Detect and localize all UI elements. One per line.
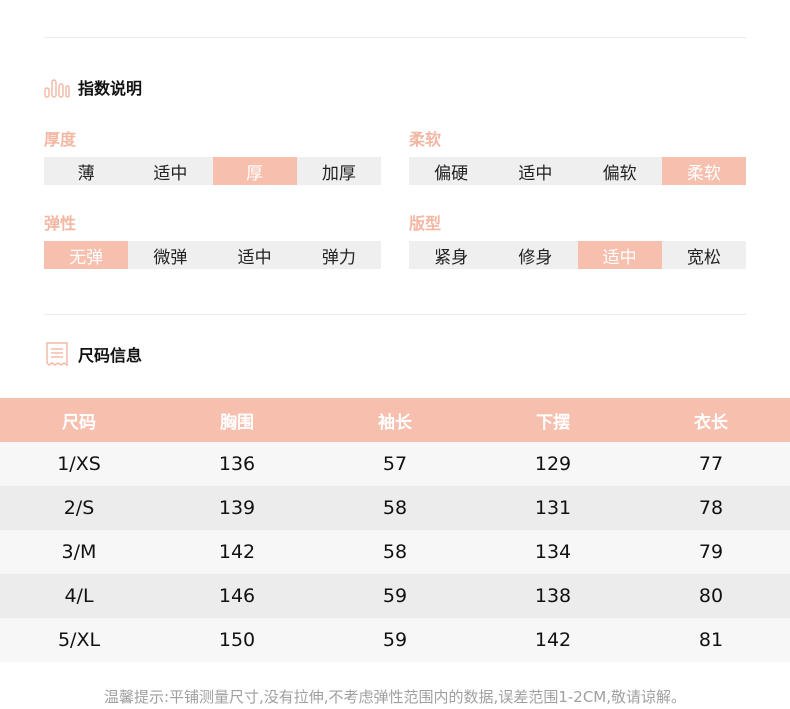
index-option-row: 无弹 微弹 适中 弹力 [44, 241, 381, 269]
index-section-header: 指数说明 [44, 74, 142, 100]
size-section-title: 尺码信息 [78, 346, 143, 365]
header-cell: 胸围 [220, 412, 254, 433]
table-cell: 58 [382, 541, 408, 563]
table-cell: 150 [218, 629, 256, 651]
index-option: 偏硬 [409, 157, 494, 185]
table-row: 5/XL 150 59 142 81 [0, 618, 790, 662]
table-cell: 81 [698, 629, 724, 651]
table-cell: 59 [382, 585, 408, 607]
index-group-label: 版型 [409, 214, 442, 233]
index-option: 适中 [212, 241, 297, 269]
index-option-selected: 无弹 [44, 241, 129, 269]
table-cell: 138 [534, 585, 572, 607]
table-cell: 139 [218, 497, 256, 519]
table-cell: 80 [698, 585, 724, 607]
index-option: 紧身 [409, 241, 494, 269]
header-cell: 衣长 [694, 412, 728, 433]
size-section-header: 尺码信息 [44, 341, 142, 367]
index-group-label: 厚度 [44, 130, 77, 149]
index-option: 弹力 [296, 241, 381, 269]
table-row: 2/S 139 58 131 78 [0, 486, 790, 530]
table-cell: 2/S [63, 497, 95, 519]
header-cell: 袖长 [378, 412, 412, 433]
index-option: 薄 [44, 157, 129, 185]
table-cell: 57 [382, 453, 408, 475]
table-cell: 136 [218, 453, 256, 475]
index-option-selected: 厚 [212, 157, 297, 185]
index-option: 适中 [128, 157, 213, 185]
table-cell: 129 [534, 453, 572, 475]
table-cell: 131 [534, 497, 572, 519]
table-cell: 142 [218, 541, 256, 563]
index-option-row: 紧身 修身 适中 宽松 [409, 241, 746, 269]
index-option: 微弹 [128, 241, 213, 269]
index-option: 修身 [493, 241, 578, 269]
index-option-selected: 适中 [577, 241, 662, 269]
measurement-note: 温馨提示:平铺测量尺寸,没有拉伸,不考虑弹性范围内的数据,误差范围1-2CM,敬… [103, 688, 687, 706]
bar-chart-icon [44, 74, 70, 100]
table-cell: 142 [534, 629, 572, 651]
index-group-label: 弹性 [44, 214, 77, 233]
header-cell: 下摆 [536, 412, 570, 433]
index-section-title: 指数说明 [78, 79, 143, 98]
index-option-row: 薄适中厚加厚 [44, 157, 381, 185]
table-cell: 1/XS [57, 453, 101, 475]
table-cell: 78 [698, 497, 724, 519]
size-table: 尺码 胸围 袖长 下摆 衣长 1/XS 136 57 129 77 2/S 13… [0, 398, 790, 662]
table-cell: 4/L [64, 585, 94, 607]
top-divider [44, 37, 746, 38]
table-cell: 59 [382, 629, 408, 651]
table-cell: 5/XL [57, 629, 101, 651]
receipt-icon [44, 341, 70, 367]
table-cell: 146 [218, 585, 256, 607]
index-option-selected: 柔软 [661, 157, 746, 185]
table-row: 4/L 146 59 138 80 [0, 574, 790, 618]
size-table-header: 尺码 胸围 袖长 下摆 衣长 [0, 398, 790, 442]
index-option: 加厚 [296, 157, 381, 185]
table-row: 1/XS 136 57 129 77 [0, 442, 790, 486]
table-cell: 58 [382, 497, 408, 519]
middle-divider [44, 314, 746, 315]
index-group-label: 柔软 [409, 130, 442, 149]
table-cell: 77 [698, 453, 724, 475]
index-option-row: 偏硬 适中 偏软 柔软 [409, 157, 746, 185]
index-option: 适中 [493, 157, 578, 185]
header-cell: 尺码 [62, 412, 96, 433]
index-option: 宽松 [661, 241, 746, 269]
index-option: 偏软 [577, 157, 662, 185]
table-row: 3/M 142 58 134 79 [0, 530, 790, 574]
table-cell: 3/M [61, 541, 97, 563]
table-cell: 134 [534, 541, 572, 563]
table-cell: 79 [698, 541, 724, 563]
